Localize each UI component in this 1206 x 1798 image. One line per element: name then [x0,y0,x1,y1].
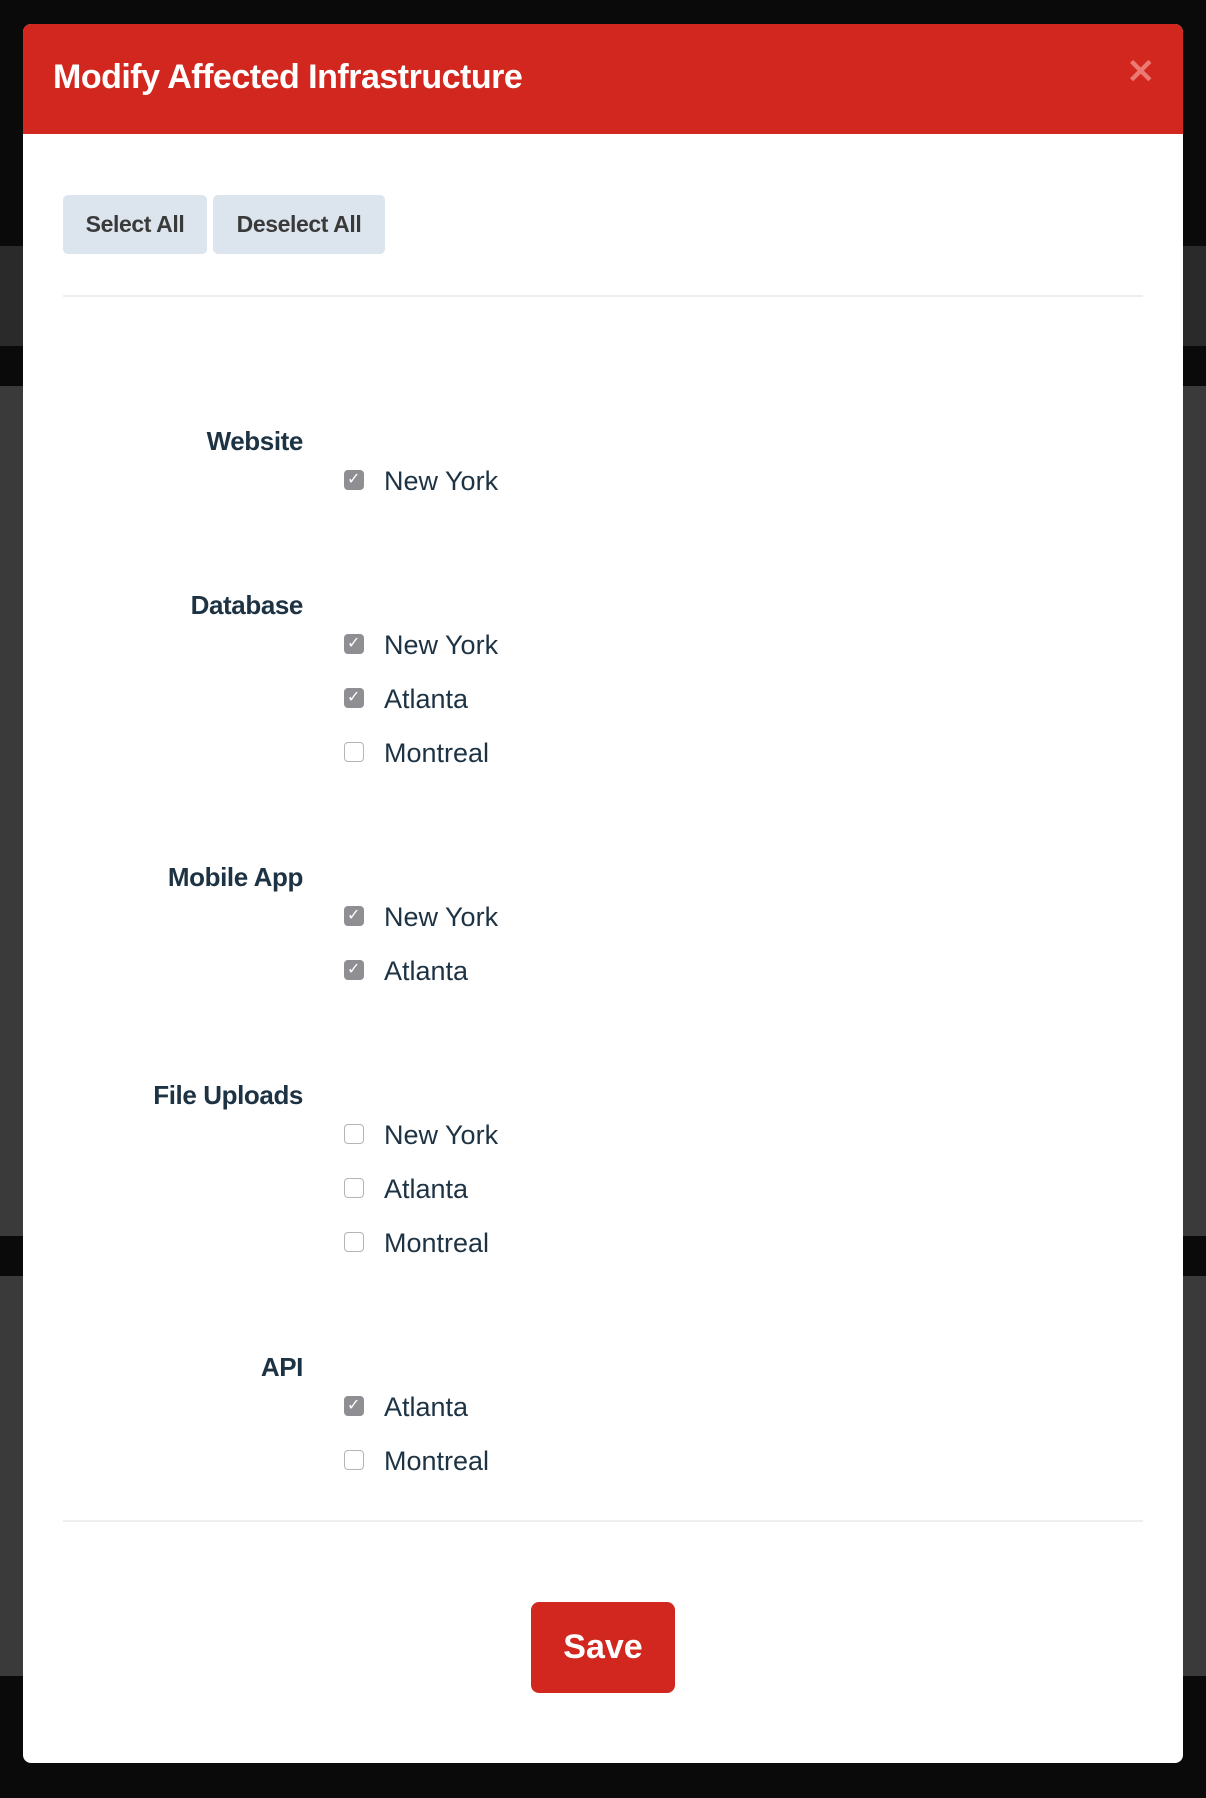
location-checkbox-item[interactable]: Montreal [23,1216,1183,1270]
location-label: Atlanta [384,1392,469,1422]
group-label: Website [206,426,304,456]
location-checkbox-item[interactable]: Atlanta [23,944,1183,998]
checkbox-checked[interactable] [344,945,364,995]
checkbox-checked[interactable] [344,891,364,941]
location-checkbox-item[interactable]: Atlanta [23,1380,1183,1434]
checkbox-checked[interactable] [344,455,364,505]
location-label: Atlanta [384,1174,469,1204]
location-checkbox-item[interactable]: New York [23,1108,1183,1162]
select-all-button[interactable]: Select All [63,195,207,254]
infrastructure-group: File Uploads New York Atlanta Montreal [23,1082,1183,1270]
checkbox-unchecked[interactable] [344,742,364,762]
checkbox-unchecked[interactable] [344,1232,364,1252]
location-checkbox-item[interactable]: Montreal [23,1434,1183,1488]
location-checkbox-item[interactable]: Atlanta [23,672,1183,726]
group-label: File Uploads [153,1080,303,1110]
close-icon[interactable]: ✕ [1127,52,1156,92]
infrastructure-group: Mobile App New York Atlanta [23,864,1183,998]
modal-header: Modify Affected Infrastructure ✕ [23,24,1183,134]
divider [63,1520,1143,1522]
deselect-all-button[interactable]: Deselect All [213,195,385,254]
infrastructure-group: API Atlanta Montreal [23,1354,1183,1488]
save-button[interactable]: Save [531,1602,675,1693]
checkbox-checked[interactable] [344,1381,364,1431]
infrastructure-group: Website New York [23,428,1183,508]
location-label: Montreal [384,1228,490,1258]
modal-title: Modify Affected Infrastructure [53,58,523,96]
location-label: New York [384,466,499,496]
location-checkbox-item[interactable]: Montreal [23,726,1183,780]
location-label: Atlanta [384,684,469,714]
location-label: New York [384,1120,499,1150]
group-label: Mobile App [167,862,304,892]
location-label: New York [384,630,499,660]
modify-infrastructure-modal: Modify Affected Infrastructure ✕ Select … [23,24,1183,1763]
location-checkbox-item[interactable]: New York [23,454,1183,508]
checkbox-unchecked[interactable] [344,1450,364,1470]
group-label: Database [190,590,304,620]
checkbox-checked[interactable] [344,673,364,723]
divider [63,295,1143,297]
checkbox-unchecked[interactable] [344,1124,364,1144]
location-label: Atlanta [384,956,469,986]
location-checkbox-item[interactable]: Atlanta [23,1162,1183,1216]
location-label: New York [384,902,499,932]
infrastructure-group: Database New York Atlanta Montreal [23,592,1183,780]
group-label: API [260,1352,304,1382]
location-label: Montreal [384,1446,490,1476]
infrastructure-groups: WebsiteNew YorkDatabaseNew YorkAtlantaMo… [23,428,1183,1572]
checkbox-checked[interactable] [344,619,364,669]
checkbox-unchecked[interactable] [344,1178,364,1198]
location-checkbox-item[interactable]: New York [23,890,1183,944]
location-checkbox-item[interactable]: New York [23,618,1183,672]
location-label: Montreal [384,738,490,768]
